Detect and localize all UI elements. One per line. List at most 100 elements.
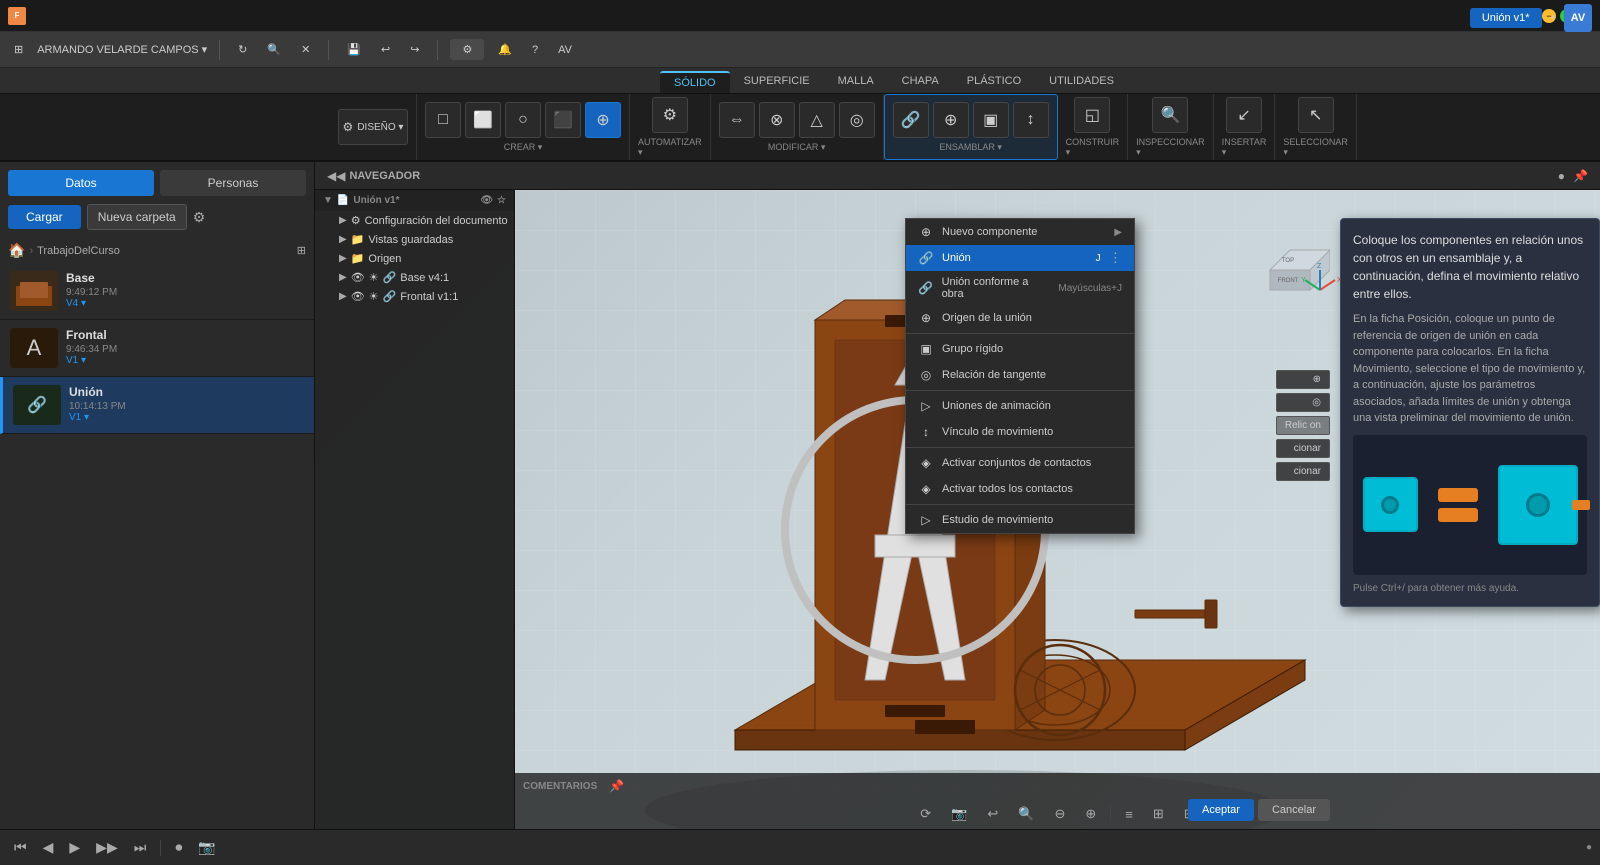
nueva-carpeta-button[interactable]: Nueva carpeta [87, 204, 187, 230]
breadcrumb-home-icon[interactable]: 🏠 [8, 242, 25, 259]
ensamblar-icon3[interactable]: ▣ [973, 102, 1009, 138]
comments-pin-button[interactable]: 📌 [605, 777, 628, 795]
refresh-button[interactable]: ↻ [232, 39, 253, 60]
vp-btn-zoom[interactable]: 🔍 [1012, 803, 1040, 825]
ensamblar-icon1[interactable]: 🔗 [893, 102, 929, 138]
union-info-button[interactable]: ⋮ [1109, 250, 1122, 266]
file-item-base[interactable]: Base 9:49:12 PM V4 ▾ [0, 263, 314, 320]
inspeccionar-icon[interactable]: 🔍 [1152, 97, 1188, 133]
ensamblar-label: ENSAMBLAR ▾ [939, 142, 1002, 153]
nav-expand-icon[interactable]: ▼ [323, 195, 333, 206]
navigation-cube[interactable]: FRONT TOP X Y Z [1250, 220, 1330, 300]
viewport[interactable]: ▼ 📄 Unión v1* 👁 ☆ ▶ ⚙ Configuración del … [315, 190, 1600, 829]
vp-btn-camera[interactable]: 📷 [945, 803, 973, 825]
seleccionar-icon[interactable]: ↖ [1298, 97, 1334, 133]
nav-visibility-icon[interactable]: 👁 [480, 195, 493, 206]
accept-button[interactable]: Aceptar [1188, 799, 1254, 821]
tab-settings-button[interactable]: ⚙ [450, 39, 484, 60]
inspeccionar-label: INSPECCIONAR ▾ [1136, 137, 1205, 158]
playback-play-button[interactable]: ▶ [63, 836, 86, 859]
frontal-thumb-icon: A [27, 335, 42, 361]
menu-item-activar-todos[interactable]: ◈ Activar todos los contactos [906, 476, 1134, 502]
modificar-icon4[interactable]: ◎ [839, 102, 875, 138]
modificar-icon3[interactable]: △ [799, 102, 835, 138]
menu-item-union[interactable]: 🔗 Unión J ⋮ [906, 245, 1134, 271]
ribbon-tabs: SÓLIDO SUPERFICIE MALLA CHAPA PLÁSTICO U… [0, 68, 1600, 94]
menu-item-uniones-animacion[interactable]: ▷ Uniones de animación [906, 393, 1134, 419]
tab-plastico[interactable]: PLÁSTICO [953, 71, 1035, 93]
tab-utilidades[interactable]: UTILIDADES [1035, 71, 1128, 93]
record-button[interactable]: ⏺ [169, 836, 188, 859]
active-tab-button[interactable]: Unión v1* [1470, 8, 1542, 28]
nav-star-icon[interactable]: ☆ [497, 195, 506, 206]
menu-item-origen-union[interactable]: ⊕ Origen de la unión [906, 305, 1134, 331]
menu-item-grupo-rigido[interactable]: ▣ Grupo rígido [906, 336, 1134, 362]
undo-button[interactable]: ↩ [375, 39, 396, 60]
crear-sphere-icon[interactable]: ○ [505, 102, 541, 138]
action-btn-1[interactable]: ⊕ [1276, 370, 1330, 389]
tab-chapa[interactable]: CHAPA [888, 71, 953, 93]
navigator-options-button[interactable]: 📌 [1569, 167, 1592, 185]
grid-view-button[interactable]: ⊞ [8, 39, 29, 60]
crear-box-icon[interactable]: □ [425, 102, 461, 138]
nav-visibility-base[interactable]: 👁 [351, 271, 365, 284]
tab-superficie[interactable]: SUPERFICIE [730, 71, 824, 93]
separator [219, 40, 220, 60]
navigator-collapse-button[interactable]: ◀◀ [323, 167, 349, 185]
file-item-union[interactable]: 🔗 Unión 10:14:13 PM V1 ▾ [0, 377, 314, 434]
ensamblar-icon2[interactable]: ⊕ [933, 102, 969, 138]
action-btn-2[interactable]: ◎ [1276, 393, 1330, 412]
new-tab-button[interactable]: + [1544, 8, 1562, 28]
save-button[interactable]: 💾 [341, 39, 367, 60]
playback-back-button[interactable]: ◀ [37, 836, 60, 859]
crear-label: CREAR ▾ [504, 142, 543, 153]
tab-malla[interactable]: MALLA [824, 71, 888, 93]
tab-solido[interactable]: SÓLIDO [660, 71, 730, 93]
settings-gear-button[interactable]: ⚙ [193, 209, 206, 226]
vp-btn-zoom-in[interactable]: ⊕ [1079, 803, 1102, 825]
insertar-icon[interactable]: ↙ [1226, 97, 1262, 133]
close-doc-button[interactable]: ✕ [295, 39, 316, 60]
cancel-button[interactable]: Cancelar [1258, 799, 1330, 821]
menu-item-activar-conjuntos[interactable]: ◈ Activar conjuntos de contactos [906, 450, 1134, 476]
crear-extrude-icon[interactable]: ⬛ [545, 102, 581, 138]
vp-btn-view[interactable]: ≡ [1119, 804, 1139, 825]
ensamblar-icon4[interactable]: ↕ [1013, 102, 1049, 138]
menu-item-relacion-tangente[interactable]: ◎ Relación de tangente [906, 362, 1134, 388]
action-btn-cionar2[interactable]: cionar [1276, 462, 1330, 481]
vp-btn-undo[interactable]: ↩ [981, 803, 1004, 825]
playback-end-button[interactable]: ⏭ [128, 836, 153, 859]
expand-button[interactable]: ⊞ [297, 244, 306, 257]
action-btn-cionar1[interactable]: cionar [1276, 439, 1330, 458]
help-button[interactable]: ? [526, 40, 544, 60]
modificar-icon2[interactable]: ⊗ [759, 102, 795, 138]
playback-start-button[interactable]: ⏮ [8, 836, 33, 859]
account-button[interactable]: AV [552, 40, 578, 60]
diseno-button[interactable]: ⚙ DISEÑO ▾ [338, 109, 408, 145]
menu-item-vinculo-movimiento[interactable]: ↕ Vínculo de movimiento [906, 419, 1134, 445]
automatizar-icon[interactable]: ⚙ [652, 97, 688, 133]
navigator-pin-button[interactable]: ● [1554, 167, 1569, 185]
vp-btn-rotate[interactable]: ⟳ [914, 803, 937, 825]
camera-button[interactable]: 📷 [192, 836, 221, 859]
crear-cylinder-icon[interactable]: ⬜ [465, 102, 501, 138]
tab-personas[interactable]: Personas [160, 170, 306, 196]
search-button[interactable]: 🔍 [261, 39, 287, 60]
menu-item-estudio-movimiento[interactable]: ▷ Estudio de movimiento [906, 507, 1134, 533]
redo-button[interactable]: ↪ [404, 39, 425, 60]
modificar-icon1[interactable]: ⇔ [719, 102, 755, 138]
notifications-button[interactable]: 🔔 [492, 39, 518, 60]
playback-forward-button[interactable]: ▶▶ [90, 836, 124, 859]
nav-visibility-frontal[interactable]: 👁 [351, 290, 365, 303]
crear-active-icon[interactable]: ⊕ [585, 102, 621, 138]
user-name[interactable]: ARMANDO VELARDE CAMPOS ▾ [37, 43, 207, 56]
vp-btn-grid[interactable]: ⊞ [1147, 803, 1170, 825]
vp-btn-zoom-out[interactable]: ⊖ [1048, 803, 1071, 825]
file-item-frontal[interactable]: A Frontal 9:46:34 PM V1 ▾ [0, 320, 314, 377]
menu-item-nuevo-componente[interactable]: ⊕ Nuevo componente ▶ [906, 219, 1134, 245]
cargar-button[interactable]: Cargar [8, 205, 81, 229]
breadcrumb-item[interactable]: TrabajoDelCurso [37, 245, 120, 257]
tab-datos[interactable]: Datos [8, 170, 154, 196]
construir-icon[interactable]: ◱ [1074, 97, 1110, 133]
menu-item-union-conforme[interactable]: 🔗 Unión conforme a obra Mayúsculas+J [906, 271, 1134, 305]
